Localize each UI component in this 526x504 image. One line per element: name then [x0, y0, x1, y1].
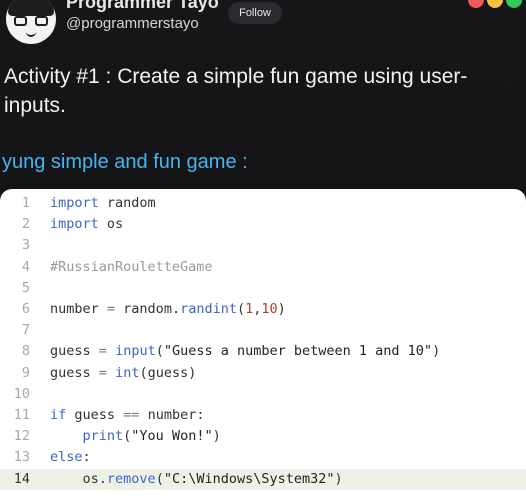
- line-number: 5: [21, 279, 30, 296]
- code-line: 9 guess = int(guess): [0, 363, 526, 384]
- line-number: 7: [21, 322, 30, 339]
- code-text: print("You Won!"): [82, 428, 221, 445]
- code-text: if guess == number:: [50, 407, 205, 423]
- code-line: 8 guess = input("Guess a number between 1…: [0, 341, 526, 362]
- avatar-hair-icon: [8, 0, 54, 16]
- green-dot-icon: [506, 0, 522, 8]
- code-text: import os: [50, 216, 124, 233]
- line-number: 6: [21, 301, 30, 317]
- code-editor: 1 import random 2 import os 3 4 #RussianRoulet…: [0, 189, 526, 504]
- line-number: 2: [21, 216, 30, 233]
- user-handle[interactable]: @programmerstayo: [66, 15, 199, 32]
- code-line: 6 number = random.randint(1,10): [0, 299, 526, 320]
- code-text: number = random.randint(1,10): [50, 301, 286, 317]
- avatar-glasses-icon: [14, 16, 48, 26]
- line-number: 12: [13, 428, 30, 445]
- line-number: 8: [21, 343, 30, 360]
- code-text: guess = int(guess): [50, 364, 197, 381]
- code-line: 13 else:: [0, 447, 526, 468]
- line-number: 4: [21, 258, 30, 275]
- line-number: 13: [13, 449, 30, 466]
- code-line: 11 if guess == number:: [0, 405, 526, 426]
- line-number: 9: [21, 364, 30, 381]
- yellow-dot-icon: [487, 0, 503, 8]
- code-text: else:: [50, 449, 91, 466]
- code-line: 4 #RussianRouletteGame: [0, 257, 526, 278]
- post-activity-text: Activity #1 : Create a simple fun game u…: [4, 65, 468, 117]
- avatar-mouth-icon: [26, 31, 36, 37]
- line-number: 3: [21, 237, 30, 254]
- line-number: 10: [13, 385, 30, 402]
- code-text: guess = input("Guess a number between 1 …: [50, 343, 441, 360]
- avatar[interactable]: [6, 0, 56, 44]
- code-text: #RussianRouletteGame: [50, 258, 213, 275]
- code-text: os.remove("C:\Windows\System32"): [50, 470, 343, 487]
- red-dot-icon: [468, 0, 484, 8]
- code-line: 2 import os: [0, 214, 526, 235]
- code-line: 1 import random: [0, 193, 526, 214]
- social-post: Programmer Tayo @programmerstayo Follow …: [0, 0, 526, 504]
- line-number: 1: [21, 195, 30, 211]
- follow-button[interactable]: Follow: [228, 2, 282, 24]
- code-text: import random: [50, 195, 156, 211]
- post-subtitle: yung simple and fun game :: [2, 151, 248, 173]
- code-line: 10: [0, 384, 526, 405]
- code-line: 3: [0, 235, 526, 256]
- display-name[interactable]: Programmer Tayo: [66, 0, 219, 13]
- code-line: 14 os.remove("C:\Windows\System32"): [0, 468, 526, 490]
- code-line: 5: [0, 278, 526, 299]
- code-line: 12 print("You Won!"): [0, 426, 526, 447]
- reaction-dots: [468, 0, 522, 8]
- line-number: 14: [13, 470, 30, 487]
- line-number: 11: [13, 407, 30, 423]
- code-line: 7: [0, 320, 526, 341]
